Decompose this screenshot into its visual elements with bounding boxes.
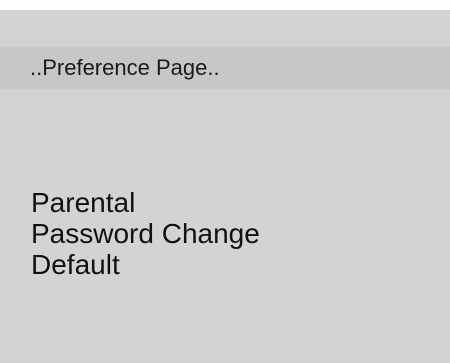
- menu-item-password-change[interactable]: Password Change: [31, 218, 260, 249]
- menu-item-default[interactable]: Default: [31, 249, 260, 280]
- page-title: ..Preference Page..: [30, 55, 220, 80]
- preference-screen: ..Preference Page.. Parental Password Ch…: [0, 10, 450, 363]
- preference-menu: Parental Password Change Default: [31, 187, 260, 280]
- menu-item-parental[interactable]: Parental: [31, 187, 260, 218]
- title-bar: ..Preference Page..: [0, 47, 450, 89]
